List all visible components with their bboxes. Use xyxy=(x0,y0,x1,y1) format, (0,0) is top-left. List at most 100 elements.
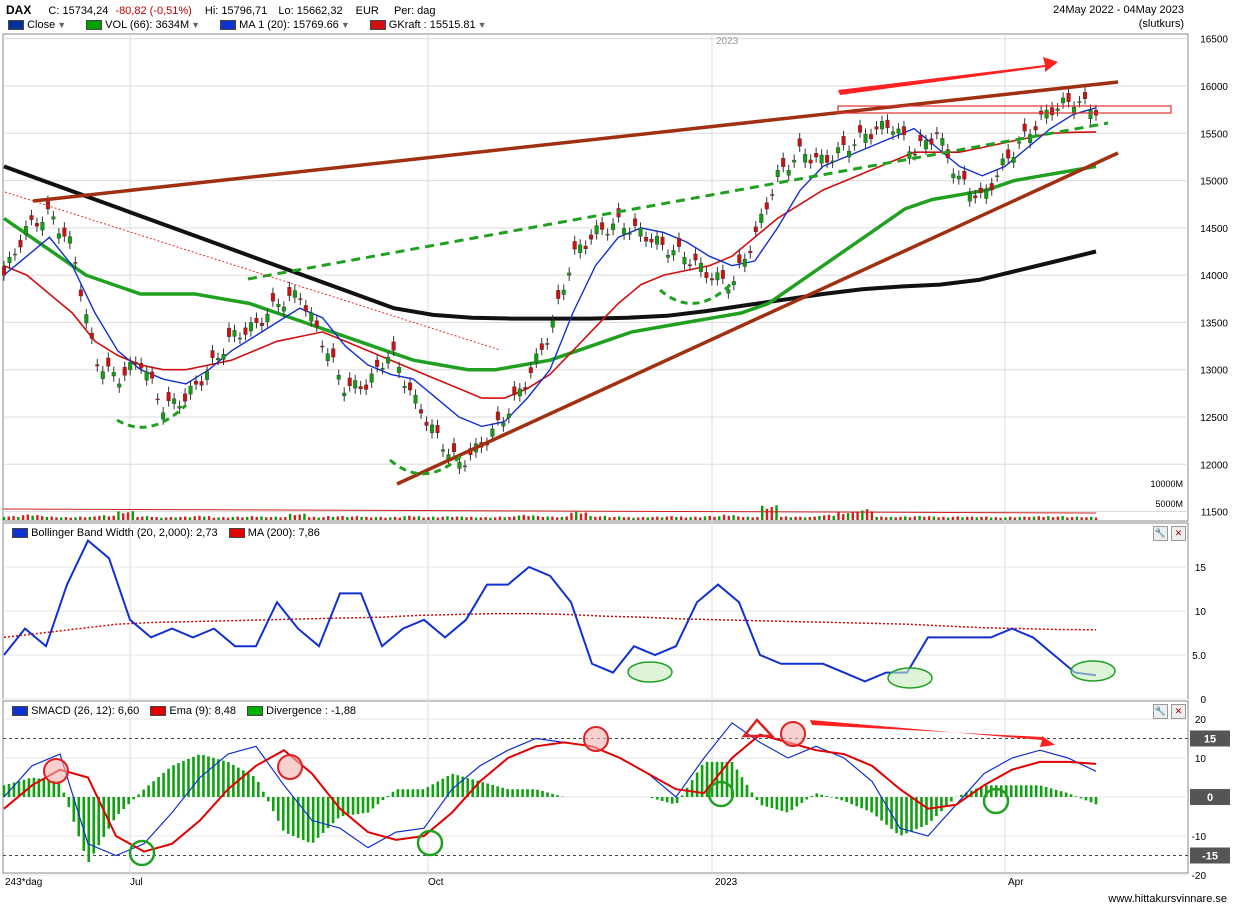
candle-body xyxy=(830,160,835,163)
volume-bar xyxy=(198,515,201,520)
volume-bar xyxy=(818,516,821,520)
divergence-bar xyxy=(127,797,130,805)
volume-bar xyxy=(503,517,506,520)
volume-bar xyxy=(884,517,888,520)
candle-body xyxy=(402,385,407,388)
volume-bar xyxy=(708,515,711,520)
legend-divergence: Divergence : -1,88 xyxy=(266,705,357,717)
volume-bar xyxy=(656,516,659,520)
panel-close-icon[interactable]: ✕ xyxy=(1171,526,1186,541)
y-tick-main: 13500 xyxy=(1200,318,1228,329)
divergence-bar xyxy=(346,797,350,816)
candle-body xyxy=(1033,126,1038,131)
candle-body xyxy=(841,136,846,146)
candle-body xyxy=(742,258,747,267)
volume-bar xyxy=(479,517,483,520)
divergence-bar xyxy=(1069,794,1073,797)
volume-bar xyxy=(951,516,955,520)
panel-settings-icon[interactable]: 🔧 xyxy=(1153,526,1168,541)
divergence-bar xyxy=(855,797,858,807)
candle-body xyxy=(556,290,561,299)
volume-bar xyxy=(966,516,969,520)
volume-bar xyxy=(50,516,53,520)
y-tick-main: 15000 xyxy=(1200,177,1228,188)
y-tick-bb: 5.0 xyxy=(1192,651,1206,662)
volume-bar xyxy=(298,514,301,520)
volume-bar xyxy=(31,515,34,520)
candle-body xyxy=(973,195,978,199)
volume-bar xyxy=(427,517,430,520)
volume-bar xyxy=(1018,517,1021,520)
divergence-bar xyxy=(895,797,898,834)
divergence-bar xyxy=(511,789,514,797)
divergence-bar xyxy=(1089,797,1093,803)
divergence-bar xyxy=(1009,785,1013,797)
candle-body xyxy=(731,281,736,285)
volume-bar xyxy=(913,516,916,520)
panel-close-icon[interactable]: ✕ xyxy=(1171,704,1186,719)
candle-body xyxy=(325,353,330,361)
panel-settings-icon[interactable]: 🔧 xyxy=(1153,704,1168,719)
divergence-bar xyxy=(765,797,769,807)
candle-body xyxy=(331,348,336,358)
divergence-bar xyxy=(680,795,684,797)
divergence-bar xyxy=(546,792,549,797)
volume-bar xyxy=(231,517,235,520)
volume-bar xyxy=(918,515,921,520)
divergence-bar xyxy=(1054,789,1058,797)
macd-badge-label: 0 xyxy=(1207,792,1213,804)
volume-bar xyxy=(107,516,111,520)
candle-body xyxy=(495,411,500,421)
divergence-bar xyxy=(805,797,809,800)
candle-body xyxy=(759,213,764,223)
candle-body xyxy=(122,367,127,376)
divergence-bar xyxy=(820,794,824,797)
volume-bar xyxy=(174,517,177,520)
annotations xyxy=(4,57,1172,867)
sell-signal-circle xyxy=(583,726,609,752)
volume-bar xyxy=(393,516,397,520)
volume-bar xyxy=(799,516,802,520)
volume-bar xyxy=(451,517,454,520)
divergence-bar xyxy=(22,779,26,797)
divergence-bar xyxy=(421,789,425,797)
divergence-bar xyxy=(675,797,679,804)
volume-bar xyxy=(164,517,168,520)
divergence-bar xyxy=(770,797,774,809)
candle-body xyxy=(216,358,221,360)
candle-body xyxy=(918,134,923,142)
volume-bar xyxy=(908,517,912,520)
highlight-ellipse xyxy=(887,667,933,689)
down-arrow xyxy=(810,720,1055,747)
divergence-bar xyxy=(431,784,435,797)
candle-body xyxy=(901,126,906,136)
candle-body xyxy=(462,465,467,468)
candle-body xyxy=(792,159,797,163)
candle-body xyxy=(934,132,939,134)
divergence-bar xyxy=(271,797,275,812)
divergence-bar xyxy=(865,797,868,811)
volume-bar xyxy=(145,516,149,520)
volume-bar xyxy=(784,516,788,520)
volume-bar xyxy=(646,517,649,520)
candle-body xyxy=(188,385,193,395)
volume-bar xyxy=(1061,516,1064,520)
volume-bar xyxy=(794,516,797,520)
volume-bar xyxy=(961,517,964,520)
candle-body xyxy=(517,388,522,397)
candle-body xyxy=(276,303,281,308)
candle-body xyxy=(836,147,841,154)
volume-bar xyxy=(288,513,292,520)
series-lines xyxy=(2,107,1098,863)
divergence-bar xyxy=(1024,785,1028,797)
candle-body xyxy=(78,289,83,297)
volume-bar xyxy=(265,517,268,520)
volume-bar xyxy=(188,517,192,520)
volume-bar xyxy=(789,517,793,520)
candle-body xyxy=(803,154,808,163)
footer-site[interactable]: www.hittakursvinnare.se xyxy=(1108,893,1227,905)
candle-body xyxy=(890,131,895,135)
candle-body xyxy=(967,193,972,202)
volume-bar xyxy=(756,517,759,520)
divergence-bar xyxy=(526,789,529,797)
